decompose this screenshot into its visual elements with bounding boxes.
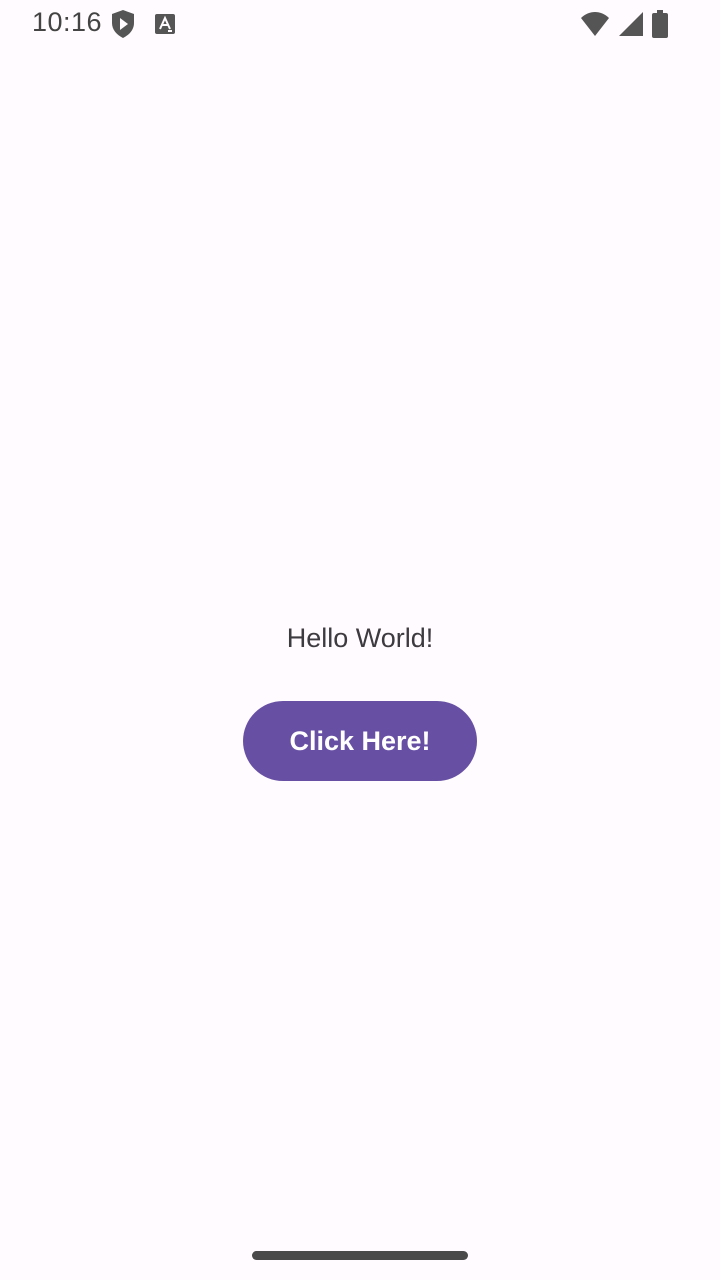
greeting-text: Hello World! (286, 623, 434, 653)
wifi-icon (580, 11, 610, 37)
status-notification-icons (110, 9, 176, 39)
status-bar: 10:16 (0, 0, 720, 48)
shield-play-icon (110, 9, 136, 39)
cellular-signal-icon (618, 11, 644, 37)
app-screen: 10:16 Hello World! Click Here! (0, 0, 720, 1280)
keyboard-a-icon (154, 13, 176, 35)
click-here-button[interactable]: Click Here! (243, 701, 477, 781)
status-system-icons (580, 9, 668, 39)
battery-icon (652, 10, 668, 38)
status-time: 10:16 (32, 7, 103, 37)
gesture-bar[interactable] (252, 1251, 468, 1260)
